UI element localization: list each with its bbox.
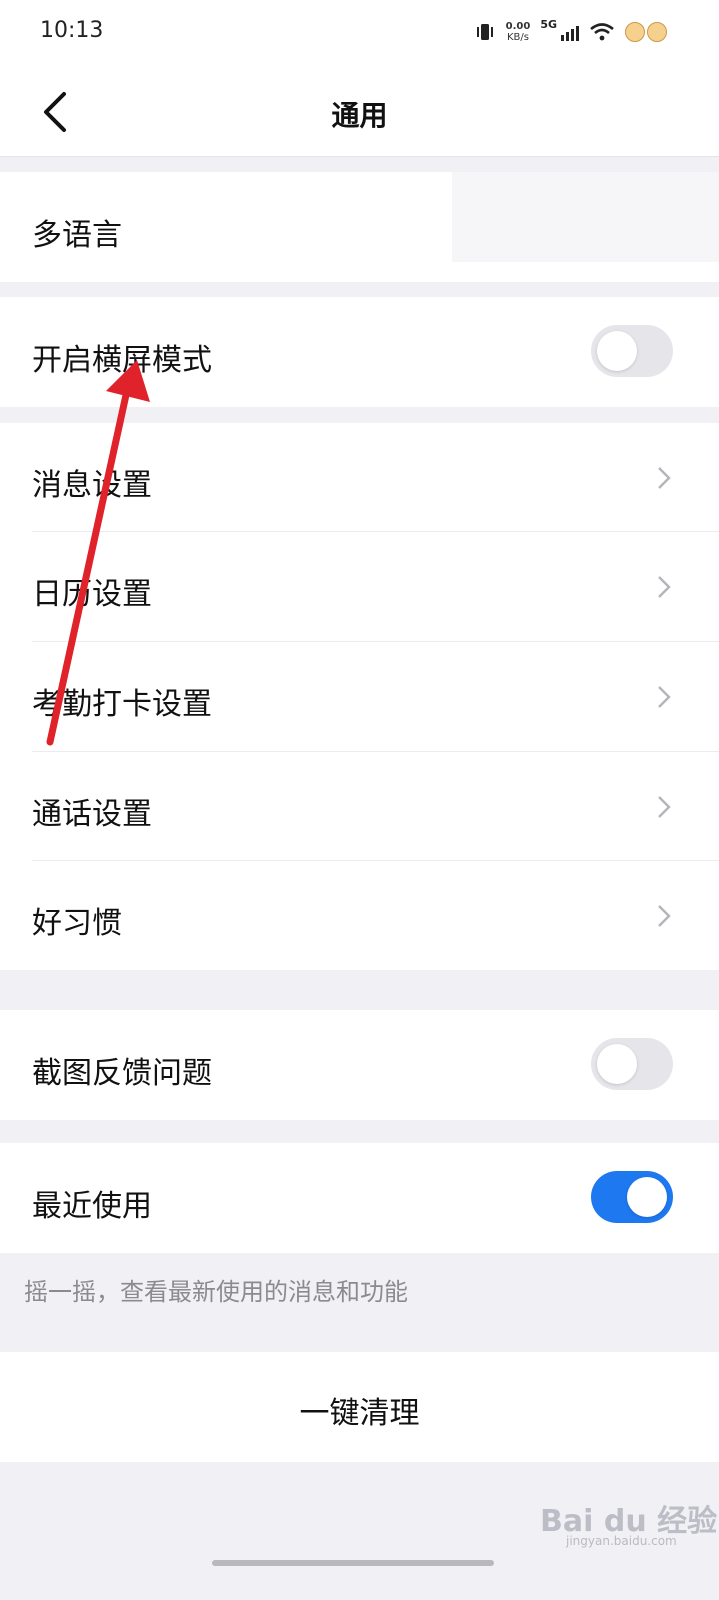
- page-title: 通用: [331, 99, 388, 132]
- recent-toggle[interactable]: [591, 1171, 673, 1223]
- signal-icon: [561, 23, 579, 41]
- row-recent-label: 最近使用: [32, 1189, 152, 1224]
- chevron-right-icon: [658, 576, 671, 598]
- home-indicator[interactable]: [212, 1560, 494, 1566]
- landscape-toggle[interactable]: [591, 325, 673, 377]
- chevron-right-icon: [658, 905, 671, 927]
- status-icons: 0.00 KB/s 5G: [474, 18, 667, 46]
- network-type: 5G: [540, 18, 557, 31]
- settings-list: 消息设置 日历设置 考勤打卡设置 通话设置 好习惯: [0, 423, 719, 970]
- row-habit[interactable]: 好习惯: [0, 861, 719, 970]
- net-speed: 0.00 KB/s: [506, 21, 531, 43]
- row-recent: 最近使用: [0, 1143, 719, 1253]
- screenshot-feedback-toggle[interactable]: [591, 1038, 673, 1090]
- notification-emoji-icon: [625, 22, 667, 42]
- nav-header: 通用: [0, 68, 719, 157]
- chevron-right-icon: [658, 796, 671, 818]
- row-call-label: 通话设置: [32, 797, 152, 832]
- row-attendance[interactable]: 考勤打卡设置: [0, 642, 719, 751]
- row-message-label: 消息设置: [32, 468, 152, 503]
- clean-button-label: 一键清理: [299, 1396, 420, 1431]
- row-language-label: 多语言: [32, 218, 122, 253]
- vibrate-icon: [476, 24, 493, 40]
- row-screenshot-feedback: 截图反馈问题: [0, 1010, 719, 1120]
- watermark-url: jingyan.baidu.com: [566, 1534, 677, 1548]
- row-calendar-label: 日历设置: [32, 577, 152, 612]
- net-speed-value: 0.00: [505, 21, 531, 32]
- row-screenshot-feedback-label: 截图反馈问题: [32, 1056, 212, 1091]
- row-message[interactable]: 消息设置: [0, 423, 719, 532]
- row-language[interactable]: 多语言: [0, 172, 719, 282]
- clean-button[interactable]: 一键清理: [0, 1352, 719, 1462]
- chevron-right-icon: [658, 686, 671, 708]
- net-speed-unit: KB/s: [506, 32, 529, 43]
- blurred-value: [452, 172, 719, 262]
- row-habit-label: 好习惯: [32, 906, 122, 941]
- status-bar: 10:13 0.00 KB/s 5G: [0, 0, 719, 68]
- recent-hint: 摇一摇，查看最新使用的消息和功能: [24, 1278, 408, 1306]
- status-time: 10:13: [40, 18, 104, 43]
- row-landscape: 开启横屏模式: [0, 297, 719, 407]
- row-landscape-label: 开启横屏模式: [32, 343, 212, 378]
- row-call[interactable]: 通话设置: [0, 752, 719, 861]
- row-attendance-label: 考勤打卡设置: [32, 687, 212, 722]
- chevron-right-icon: [658, 467, 671, 489]
- row-calendar[interactable]: 日历设置: [0, 532, 719, 641]
- wifi-icon: [590, 23, 614, 41]
